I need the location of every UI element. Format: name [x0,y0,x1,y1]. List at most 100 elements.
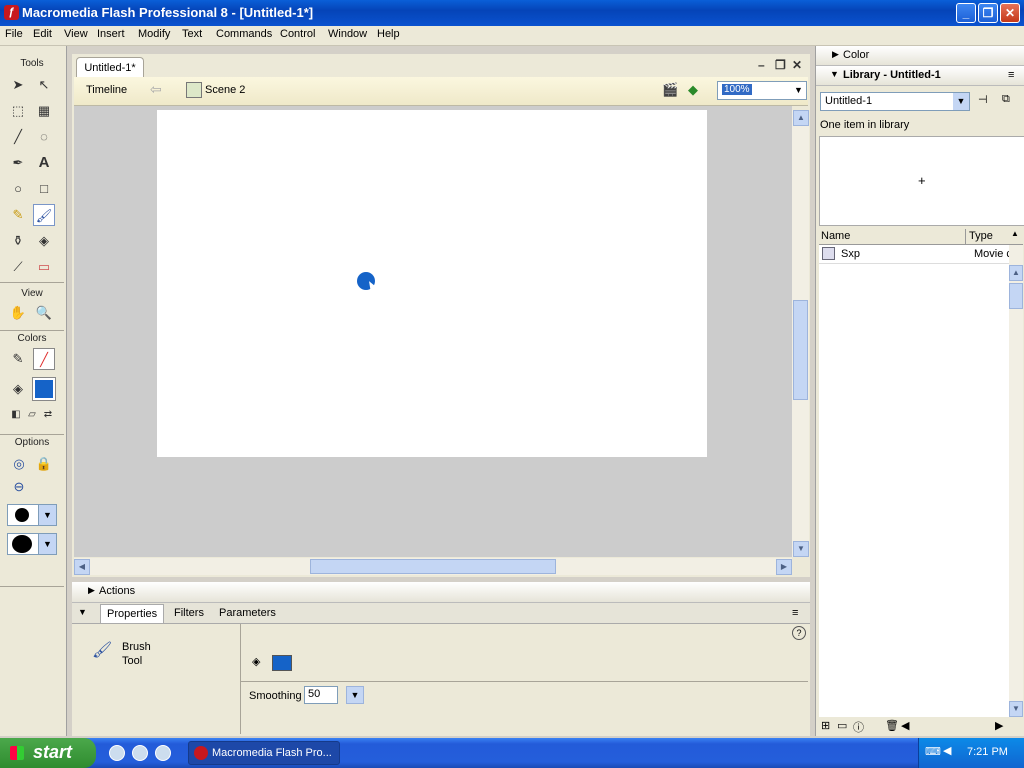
fill-color-swatch[interactable] [32,377,56,401]
expand-arrow-icon: ▶ [88,585,95,595]
color-panel-header[interactable]: ▶ Color [816,46,1024,66]
library-panel-header[interactable]: ▼ Library - Untitled-1 ≡ [816,66,1024,86]
brush-tool-icon[interactable]: 🖌 [33,204,55,226]
library-scrollbar[interactable]: ▲ ▼ [1009,245,1023,717]
zoom-dropdown[interactable]: 100% ▼ [717,81,807,100]
menu-view[interactable]: View [64,28,88,40]
stroke-color-swatch[interactable]: ╱ [33,348,55,370]
fill-transform-tool-icon[interactable]: ▦ [33,100,55,122]
sort-icon[interactable]: ▲ [1011,229,1019,238]
column-type[interactable]: Type [969,230,993,242]
help-icon[interactable]: ? [792,626,806,640]
timeline-button[interactable]: Timeline [86,84,127,96]
tab-properties[interactable]: Properties [100,604,165,623]
scroll-right-icon[interactable]: ▶ [995,719,1003,732]
zoom-tool-icon[interactable]: 🔍 [33,302,55,324]
collapse-arrow-icon[interactable]: ▼ [78,607,87,617]
edit-scene-icon[interactable]: 🎬 [662,82,678,98]
list-item[interactable]: Sxp Movie c [819,245,1009,264]
line-tool-icon[interactable]: ╱ [7,126,29,148]
pencil-tool-icon[interactable]: ✎ [7,204,29,226]
tab-filters[interactable]: Filters [174,607,204,619]
brush-size-dropdown[interactable]: ▼ [7,504,57,526]
fill-color-icon[interactable]: ◈ [7,378,29,400]
menu-help[interactable]: Help [377,28,400,40]
scroll-down-icon[interactable]: ▼ [1009,701,1023,717]
rectangle-tool-icon[interactable]: □ [33,178,55,200]
menu-file[interactable]: File [5,28,23,40]
subselection-tool-icon[interactable]: ↖ [33,74,55,96]
stage[interactable] [157,110,707,457]
back-arrow-icon[interactable]: ⇦ [150,81,162,98]
document-tab[interactable]: Untitled-1* [76,57,144,78]
doc-restore-button[interactable]: ❐ [775,58,786,72]
pen-tool-icon[interactable]: ✒ [7,152,29,174]
lasso-tool-icon[interactable]: ◌ [33,126,55,148]
doc-minimize-button[interactable]: – [758,58,765,72]
eyedropper-tool-icon[interactable]: ⟋ [7,256,29,278]
brush-mode-icon[interactable]: ◎ [8,453,30,475]
panel-menu-icon[interactable]: ≡ [792,607,798,619]
selection-tool-icon[interactable]: ➤ [7,74,29,96]
tray-expand-icon[interactable]: ◀ [943,744,951,757]
scroll-left-icon[interactable]: ◀ [74,559,90,575]
delete-icon[interactable]: 🗑 [885,719,899,732]
new-library-panel-icon[interactable]: ⧉ [1002,93,1010,106]
new-symbol-icon[interactable]: ⊞ [821,719,830,732]
stroke-color-icon[interactable]: ✎ [7,348,29,370]
ie-icon[interactable] [109,745,125,761]
pressure-icon[interactable]: ⊖ [8,476,30,498]
eraser-tool-icon[interactable]: ▭ [33,256,55,278]
library-document-select[interactable]: Untitled-1 ▼ [820,92,970,111]
new-folder-icon[interactable]: ▭ [837,719,847,732]
scroll-thumb[interactable] [310,559,556,574]
paint-bucket-tool-icon[interactable]: ◈ [33,230,55,252]
hand-tool-icon[interactable]: ✋ [7,302,29,324]
edit-symbols-icon[interactable]: ◆ [688,82,698,98]
explorer-icon[interactable] [132,745,148,761]
scroll-thumb[interactable] [1009,283,1023,309]
menu-text[interactable]: Text [182,28,202,40]
menu-edit[interactable]: Edit [33,28,52,40]
menu-modify[interactable]: Modify [138,28,170,40]
doc-close-button[interactable]: ✕ [792,58,802,72]
media-player-icon[interactable] [155,745,171,761]
swap-colors-icon[interactable]: ⇄ [37,404,59,426]
ink-bottle-tool-icon[interactable]: ⚱ [7,230,29,252]
menu-commands[interactable]: Commands [216,28,272,40]
pin-library-icon[interactable]: ⊣ [978,93,988,106]
scroll-up-icon[interactable]: ▲ [793,110,809,126]
vertical-scrollbar[interactable]: ▲ ▼ [792,110,809,557]
smoothing-input[interactable]: 50 [304,686,338,704]
tab-parameters[interactable]: Parameters [219,607,276,619]
fill-color-swatch[interactable] [272,655,292,671]
oval-tool-icon[interactable]: ○ [7,178,29,200]
brush-shape-dropdown[interactable]: ▼ [7,533,57,555]
scroll-left-icon[interactable]: ◀ [901,719,909,732]
column-name[interactable]: Name [821,230,850,242]
menu-control[interactable]: Control [280,28,315,40]
menu-window[interactable]: Window [328,28,367,40]
taskbar-item-flash[interactable]: Macromedia Flash Pro... [188,741,340,765]
panel-menu-icon[interactable]: ≡ [1008,69,1014,81]
scroll-up-icon[interactable]: ▲ [1009,265,1023,281]
actions-panel-header[interactable]: ▶ Actions [72,582,810,603]
properties-icon[interactable]: ⓘ [853,719,864,735]
start-button[interactable]: start [0,738,96,768]
expand-arrow-icon: ▶ [832,49,839,59]
restore-button[interactable]: ❐ [978,3,998,23]
smoothing-dropdown[interactable]: ▼ [346,686,364,704]
lock-fill-icon[interactable]: 🔒 [33,453,55,475]
menu-insert[interactable]: Insert [97,28,125,40]
keyboard-icon[interactable]: ⌨ [925,745,941,758]
text-tool-icon[interactable]: A [33,152,55,174]
close-button[interactable]: ✕ [1000,3,1020,23]
fill-bucket-icon: ◈ [252,656,261,668]
scroll-thumb[interactable] [793,300,808,400]
scroll-down-icon[interactable]: ▼ [793,541,809,557]
minimize-button[interactable]: _ [956,3,976,23]
scroll-right-icon[interactable]: ▶ [776,559,792,575]
free-transform-tool-icon[interactable]: ⬚ [7,100,29,122]
horizontal-scrollbar[interactable]: ◀ ▶ [74,558,792,575]
scene-label[interactable]: Scene 2 [205,84,245,96]
